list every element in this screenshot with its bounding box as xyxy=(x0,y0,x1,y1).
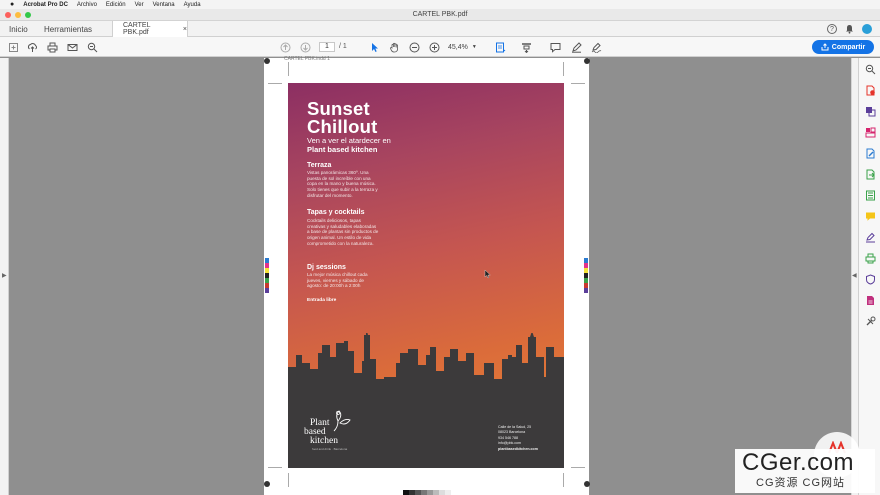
search-icon[interactable] xyxy=(865,64,876,75)
poster-artwork: Sunset Chillout Ven a ver el atardecer e… xyxy=(288,83,564,468)
menu-ver[interactable]: Ver xyxy=(135,2,144,8)
tab-inicio[interactable]: Inicio xyxy=(9,21,28,37)
avatar[interactable] xyxy=(862,24,872,34)
section-text: Cocktails deliciosos, tapas creativas y … xyxy=(307,218,379,246)
menu-bar: ● Acrobat Pro DC Archivo Edición Ver Ven… xyxy=(0,0,880,9)
highlight-pen-icon[interactable] xyxy=(570,41,582,53)
tools-pane xyxy=(858,58,880,495)
more-tools-icon[interactable] xyxy=(865,316,876,327)
mouse-cursor-icon xyxy=(484,270,491,279)
watermark-subtext: CG资源 CG网站 xyxy=(756,477,846,489)
poster-title: Sunset Chillout xyxy=(307,99,378,137)
menu-ventana[interactable]: Ventana xyxy=(153,2,175,8)
zoom-in-icon[interactable] xyxy=(428,41,440,53)
scroll-mode-icon[interactable] xyxy=(520,41,532,53)
collapse-right-panel-icon[interactable]: ◀ xyxy=(852,272,857,279)
address-block: Calle de la Salud, 25 08023 Barcelona 93… xyxy=(498,425,538,452)
logo-text: Plant based kitchen xyxy=(304,418,338,446)
crop-mark xyxy=(288,473,289,487)
apple-icon[interactable]: ● xyxy=(10,1,14,8)
organize-pages-icon[interactable] xyxy=(865,127,876,138)
menu-app-name[interactable]: Acrobat Pro DC xyxy=(23,2,68,8)
upload-icon[interactable] xyxy=(26,41,38,53)
hand-tool-icon[interactable] xyxy=(388,41,400,53)
window-title: CARTEL PBK.pdf xyxy=(412,11,468,18)
tab-bar: Inicio Herramientas CARTEL PBK.pdf × ? xyxy=(0,21,880,37)
export-pdf-icon[interactable] xyxy=(865,169,876,180)
edit-pdf-icon[interactable] xyxy=(865,148,876,159)
menu-archivo[interactable]: Archivo xyxy=(77,2,97,8)
create-pdf-icon[interactable] xyxy=(865,85,876,96)
crop-mark xyxy=(571,467,585,468)
scan-ocr-icon[interactable] xyxy=(865,253,876,264)
tab-close-icon[interactable]: × xyxy=(183,26,187,33)
crop-mark xyxy=(563,62,564,76)
gray-bar xyxy=(403,490,451,495)
poster-subtitle-text: Ven a ver el atardecer en xyxy=(307,136,391,145)
chevron-down-icon: ▼ xyxy=(471,44,477,50)
zoom-out-icon[interactable] xyxy=(408,41,420,53)
tab-bar-right: ? xyxy=(827,24,872,34)
section-heading: Dj sessions xyxy=(307,264,346,271)
share-icon xyxy=(821,43,829,51)
color-bar-right xyxy=(584,258,588,293)
bell-icon[interactable] xyxy=(845,24,854,34)
crop-mark xyxy=(571,83,585,84)
comment-tool-icon[interactable] xyxy=(865,211,876,222)
section-heading: Tapas y cocktails xyxy=(307,209,365,216)
expand-left-panel-icon[interactable]: ▶ xyxy=(2,272,7,279)
combine-files-icon[interactable] xyxy=(865,106,876,117)
mail-icon[interactable] xyxy=(66,41,78,53)
logo-line3: kitchen xyxy=(310,435,338,446)
export-excel-icon[interactable] xyxy=(865,190,876,201)
poster-title-line2: Chillout xyxy=(307,116,378,137)
tab-document-label: CARTEL PBK.pdf xyxy=(123,22,151,36)
page-total: / 1 xyxy=(339,43,347,50)
watermark-text: CGer.com xyxy=(742,449,855,476)
section-text: Vistas panorámicas 360º. Una puesta de s… xyxy=(307,170,378,198)
crop-mark xyxy=(268,83,282,84)
section-heading: Terraza xyxy=(307,162,332,169)
registration-mark xyxy=(584,481,590,487)
website: plantbasedkitchen.com xyxy=(498,446,538,451)
poster-subtitle: Ven a ver el atardecer en Plant based ki… xyxy=(307,136,391,154)
share-label: Compartir xyxy=(831,43,866,51)
protect-icon[interactable] xyxy=(865,274,876,285)
crop-mark xyxy=(563,473,564,487)
menu-ayuda[interactable]: Ayuda xyxy=(184,2,201,8)
select-arrow-icon[interactable] xyxy=(368,41,380,53)
tab-document[interactable]: CARTEL PBK.pdf × xyxy=(112,21,188,37)
toolbar: 1 / 1 45,4% ▼ Compartir xyxy=(0,37,880,57)
zoom-value: 45,4% xyxy=(448,43,468,51)
fill-sign-icon[interactable] xyxy=(865,232,876,243)
color-bar-left xyxy=(265,258,269,293)
prepare-form-icon[interactable] xyxy=(865,295,876,306)
page-fit-icon[interactable] xyxy=(494,41,506,53)
menu-edicion[interactable]: Edición xyxy=(106,2,126,8)
poster-subtitle-strong: Plant based kitchen xyxy=(307,144,378,154)
section-text: La mejor música chillout cada jueves, vi… xyxy=(307,272,368,289)
crop-mark xyxy=(288,62,289,76)
tab-herramientas[interactable]: Herramientas xyxy=(44,21,92,37)
crop-mark xyxy=(268,467,282,468)
page-slug-label: CARTEL PBK.indd 1 xyxy=(284,56,330,62)
page-number-input[interactable]: 1 xyxy=(319,42,335,52)
logo-tagline: food and drink · Barcelona xyxy=(312,447,348,451)
zoom-select[interactable]: 45,4% ▼ xyxy=(448,42,488,52)
registration-mark xyxy=(264,58,270,64)
comment-icon[interactable] xyxy=(549,41,561,53)
share-button[interactable]: Compartir xyxy=(812,40,874,54)
create-icon[interactable] xyxy=(7,41,19,53)
zoom-out-search-icon[interactable] xyxy=(86,41,98,53)
print-icon[interactable] xyxy=(46,41,58,53)
next-page-icon[interactable] xyxy=(299,41,311,53)
previous-page-icon[interactable] xyxy=(279,41,291,53)
title-bar: CARTEL PBK.pdf xyxy=(0,9,880,21)
help-icon[interactable]: ? xyxy=(827,24,837,34)
registration-mark xyxy=(264,481,270,487)
entrance-text: Entrada libre xyxy=(307,298,337,303)
registration-mark xyxy=(584,58,590,64)
sign-icon[interactable] xyxy=(590,41,602,53)
